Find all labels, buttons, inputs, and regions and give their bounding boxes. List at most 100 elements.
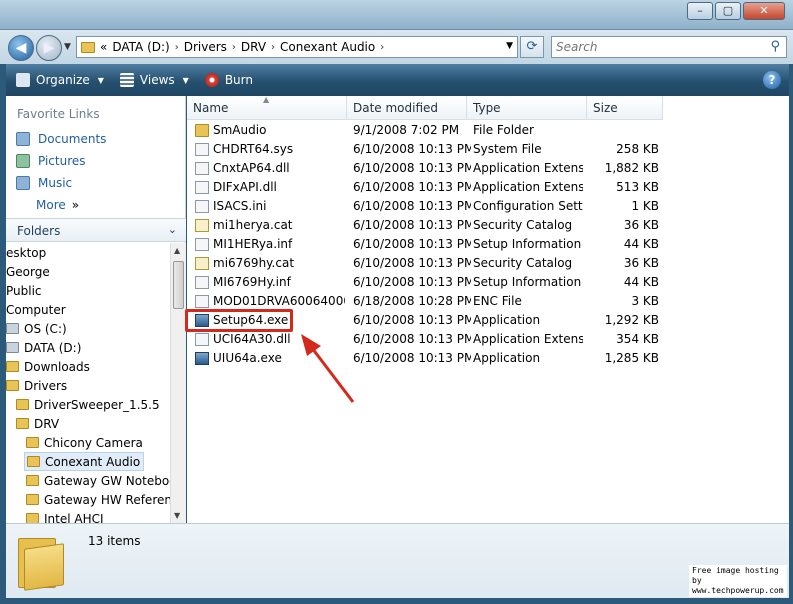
help-icon[interactable]: ? [763, 71, 781, 89]
file-row[interactable]: MI1HERya.inf 6/10/2008 10:13 PM Setup Info… [187, 235, 789, 254]
file-row[interactable]: mi6769hy.cat 6/10/2008 10:13 PM Security C… [187, 254, 789, 273]
tree-item-gateway-gw[interactable]: Gateway GW Noteboo [26, 471, 170, 490]
breadcrumb-overflow[interactable]: « [100, 40, 107, 54]
tree-item-desktop[interactable]: esktop [6, 243, 46, 262]
scrollbar-thumb[interactable] [173, 261, 184, 309]
file-row[interactable]: CHDRT64.sys 6/10/2008 10:13 PM System File… [187, 140, 789, 159]
file-row[interactable]: CnxtAP64.dll 6/10/2008 10:13 PM Applicatio… [187, 159, 789, 178]
favorite-label: Documents [38, 132, 107, 146]
search-icon[interactable]: ⚲ [770, 39, 780, 54]
tree-item-data-d[interactable]: DATA (D:) [6, 338, 81, 357]
close-button[interactable]: ✕ [743, 2, 785, 20]
burn-button[interactable]: Burn [204, 73, 253, 87]
search-input[interactable] [552, 37, 752, 57]
favorite-pictures[interactable]: Pictures [16, 154, 86, 168]
file-row[interactable]: UCI64A30.dll 6/10/2008 10:13 PM Applicatio… [187, 330, 789, 349]
file-type-cell: Security Catalog [473, 218, 573, 232]
tree-item-downloads[interactable]: Downloads [6, 357, 90, 376]
file-row[interactable]: UIU64a.exe 6/10/2008 10:13 PM Application 1… [187, 349, 789, 368]
breadcrumb-drv[interactable]: DRV [241, 40, 266, 54]
breadcrumb-drivers[interactable]: Drivers [184, 40, 227, 54]
item-count: 13 items [88, 534, 141, 548]
address-dropdown-icon[interactable]: ▼ [506, 41, 513, 51]
breadcrumb-separator[interactable]: › [271, 42, 275, 53]
burn-label: Burn [224, 73, 253, 87]
pictures-icon [16, 154, 30, 168]
address-bar[interactable]: « DATA (D:) › Drivers › DRV › Conexant A… [76, 36, 518, 58]
breadcrumb-separator[interactable]: › [175, 42, 179, 53]
tree-item-george[interactable]: George [6, 262, 50, 281]
tree-item-os-c[interactable]: OS (C:) [6, 319, 67, 338]
tree-item-conexant-audio[interactable]: Conexant Audio [24, 452, 145, 471]
window-controls: – ▢ ✕ [687, 2, 785, 20]
organize-button[interactable]: Organize ▼ [16, 73, 104, 87]
chevron-down-icon: ▼ [97, 75, 104, 85]
file-row[interactable]: SmAudio 9/1/2008 7:02 PM File Folder [187, 121, 789, 140]
address-row: ◀ ▶ ▼ « DATA (D:) › Drivers › DRV › Cone… [0, 30, 793, 64]
file-size-cell: 3 KB [631, 294, 659, 308]
tree-item-public[interactable]: Public [6, 281, 42, 300]
forward-button[interactable]: ▶ [36, 35, 62, 61]
inf-file-icon [195, 276, 209, 289]
tree-item-drv[interactable]: DRV [16, 414, 59, 433]
column-header-size[interactable]: Size [587, 96, 663, 120]
recent-pages-dropdown[interactable]: ▼ [64, 42, 71, 52]
scroll-down-icon[interactable]: ▼ [174, 511, 180, 520]
dll-file-icon [195, 162, 209, 175]
breadcrumb-conexant-audio[interactable]: Conexant Audio [280, 40, 375, 54]
favorite-documents[interactable]: Documents [16, 132, 106, 146]
file-date-cell: 6/18/2008 10:28 PM [353, 294, 471, 308]
tree-item-intel-ahci[interactable]: Intel AHCI [26, 509, 104, 523]
column-header-date[interactable]: Date modified [347, 96, 467, 120]
tree-item-computer[interactable]: Computer [6, 300, 66, 319]
sort-ascending-icon: ▲ [263, 95, 270, 104]
file-row[interactable]: ISACS.ini 6/10/2008 10:13 PM Configuration… [187, 197, 789, 216]
file-date-cell: 6/10/2008 10:13 PM [353, 218, 471, 232]
file-row[interactable]: mi1herya.cat 6/10/2008 10:13 PM Security C… [187, 216, 789, 235]
views-button[interactable]: Views ▼ [119, 73, 189, 87]
breadcrumb-data-drive[interactable]: DATA (D:) [112, 40, 169, 54]
back-button[interactable]: ◀ [8, 35, 34, 61]
tree-item-label: Chicony Camera [44, 435, 143, 450]
column-header-name[interactable]: ▲ Name [187, 95, 347, 120]
file-size-cell: 513 KB [616, 180, 659, 194]
refresh-button[interactable]: ⟳ [520, 36, 544, 58]
file-size-cell: 258 KB [616, 142, 659, 156]
file-date-cell: 6/10/2008 10:13 PM [353, 142, 471, 156]
column-header-type[interactable]: Type [467, 96, 587, 120]
file-type-cell: ENC File [473, 294, 522, 308]
tree-item-driversweeper[interactable]: DriverSweeper_1.5.5 [16, 395, 160, 414]
folder-icon [26, 513, 39, 523]
file-name-cell: CHDRT64.sys [213, 142, 294, 156]
minimize-button[interactable]: – [687, 2, 713, 20]
sys-file-icon [195, 143, 209, 156]
file-row[interactable]: MI6769Hy.inf 6/10/2008 10:13 PM Setup Info… [187, 273, 789, 292]
tree-item-gateway-hw[interactable]: Gateway HW Referenc [26, 490, 170, 509]
breadcrumb-separator[interactable]: › [380, 42, 384, 53]
scroll-up-icon[interactable]: ▲ [174, 246, 180, 255]
tree-item-drivers[interactable]: Drivers [6, 376, 67, 395]
file-size-cell: 44 KB [623, 237, 659, 251]
tree-scrollbar[interactable]: ▲ ▼ [170, 243, 186, 523]
tree-item-chicony-camera[interactable]: Chicony Camera [26, 433, 143, 452]
folder-icon [26, 437, 39, 448]
tree-item-label: Downloads [24, 359, 90, 374]
favorites-more-link[interactable]: More » [36, 198, 79, 212]
breadcrumb-separator[interactable]: › [232, 42, 236, 53]
favorite-label: Pictures [38, 154, 86, 168]
tree-item-label: DriverSweeper_1.5.5 [34, 397, 160, 412]
folder-icon [16, 418, 29, 429]
favorite-music[interactable]: Music [16, 176, 72, 190]
folders-header[interactable]: Folders ⌄ [6, 218, 186, 242]
file-type-cell: Application Extens... [473, 161, 583, 175]
dll-file-icon [195, 333, 209, 346]
file-name-cell: mi1herya.cat [213, 218, 293, 232]
tree-item-label: DRV [34, 416, 60, 431]
music-icon [16, 176, 30, 190]
file-date-cell: 6/10/2008 10:13 PM [353, 199, 471, 213]
cat-file-icon [195, 219, 209, 232]
maximize-button[interactable]: ▢ [715, 2, 741, 20]
file-date-cell: 6/10/2008 10:13 PM [353, 351, 471, 365]
file-row[interactable]: DIFxAPI.dll 6/10/2008 10:13 PM Application… [187, 178, 789, 197]
column-header-label: Size [593, 101, 618, 115]
